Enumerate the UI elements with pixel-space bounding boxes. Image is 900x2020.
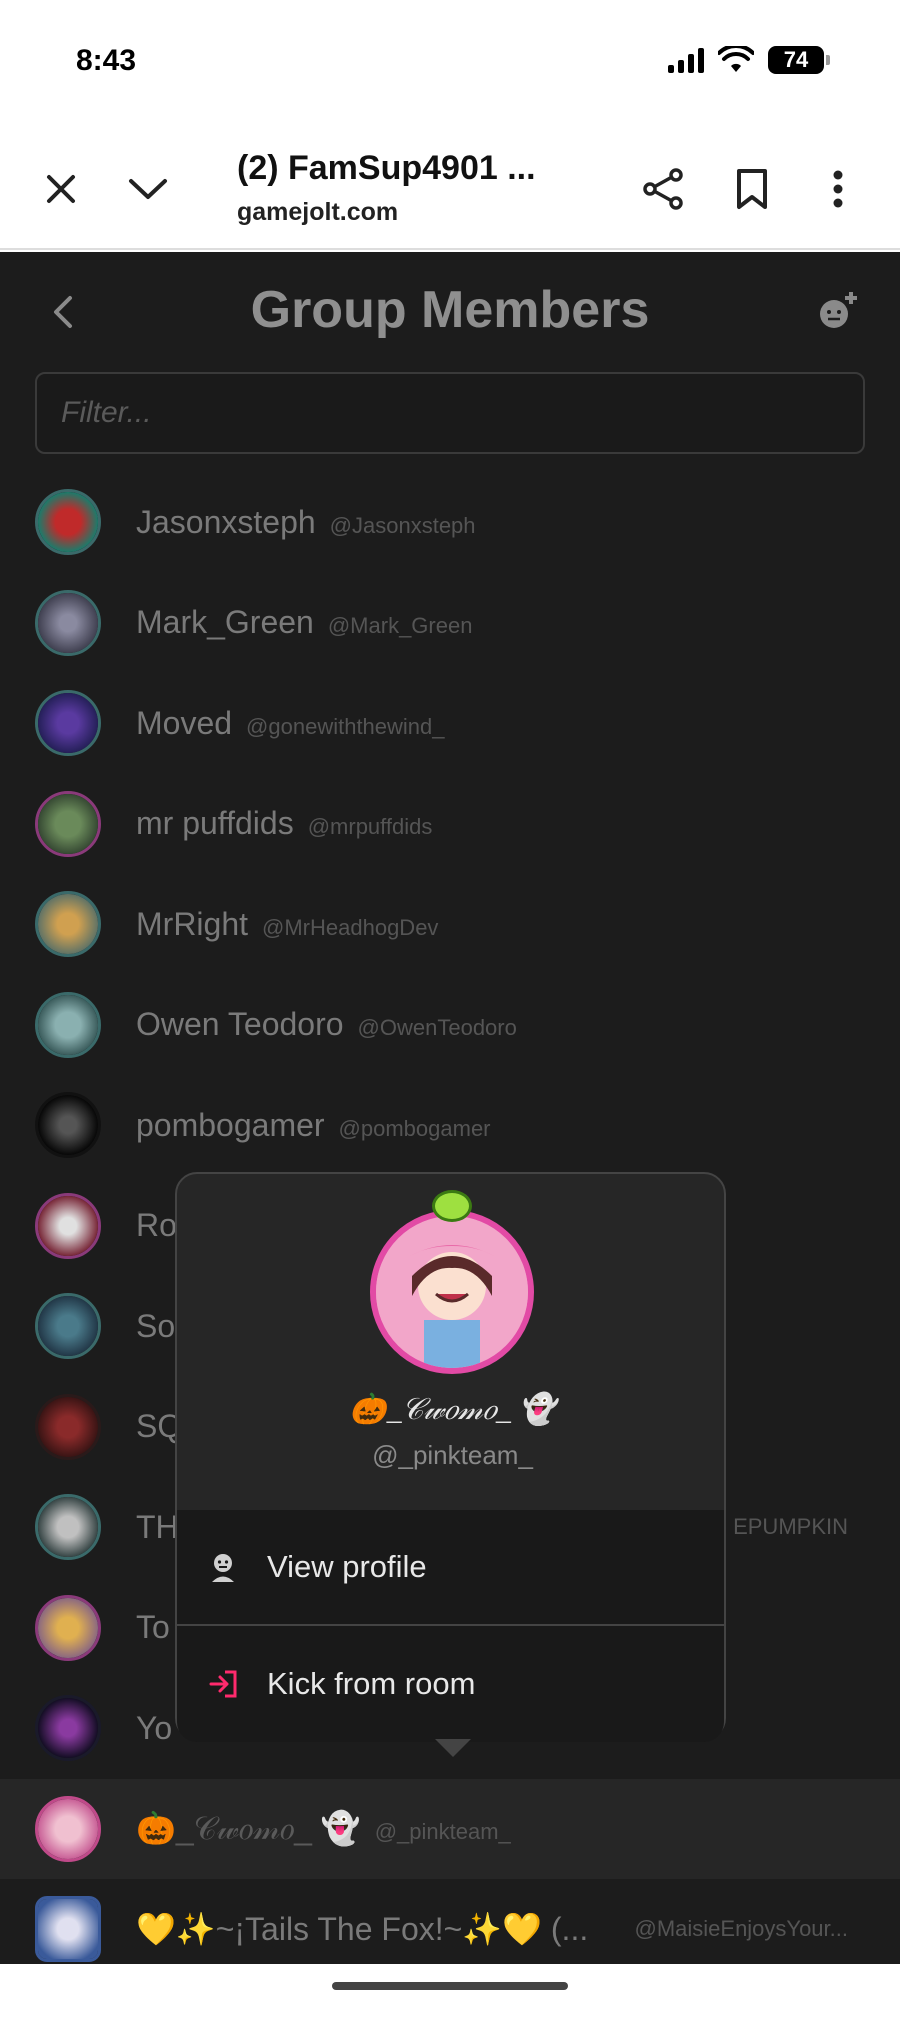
bookmark-icon[interactable] <box>728 165 776 213</box>
avatar <box>35 1695 101 1762</box>
avatar <box>35 1494 101 1561</box>
add-member-icon[interactable] <box>816 288 860 332</box>
member-handle: @OwenTeodoro <box>357 1015 517 1041</box>
member-name: So <box>136 1307 176 1344</box>
view-profile-label: View profile <box>267 1549 427 1584</box>
avatar <box>35 1594 101 1661</box>
avatar <box>35 1393 101 1460</box>
frog-decoration-icon <box>432 1190 472 1222</box>
view-profile-button[interactable]: View profile <box>177 1510 724 1626</box>
close-icon[interactable] <box>37 165 85 213</box>
member-name: Yo <box>136 1709 173 1746</box>
chevron-down-icon[interactable] <box>124 165 172 213</box>
domain-label: gamejolt.com <box>237 198 399 226</box>
member-name: mr puffdids <box>136 805 294 842</box>
page-title: Group Members <box>250 281 650 339</box>
status-bar: 8:43 74 <box>0 0 900 125</box>
member-handle: @Mark_Green <box>327 613 473 639</box>
avatar <box>35 489 101 556</box>
member-name: MrRight <box>136 905 249 942</box>
signal-icon <box>668 47 704 73</box>
avatar <box>35 1092 101 1159</box>
member-name: Moved <box>136 704 233 741</box>
avatar[interactable] <box>370 1210 534 1374</box>
avatar <box>35 690 101 757</box>
list-item[interactable]: mr puffdids @mrpuffdids <box>0 774 900 875</box>
list-item[interactable]: 💛✨~¡Tails The Fox!~✨💛 (... @MaisieEnjoys… <box>0 1879 900 1964</box>
profile-icon <box>212 1554 234 1582</box>
list-item[interactable]: Mark_Green @Mark_Green <box>0 573 900 674</box>
member-handle: @MaisieEnjoysYour... <box>634 1916 848 1942</box>
wifi-icon <box>718 46 754 72</box>
avatar <box>35 589 101 656</box>
avatar <box>35 1896 101 1963</box>
member-name: 🎃_𝒞𝓌𝑜𝓂𝑜_ 👻 <box>136 1810 361 1847</box>
list-item[interactable]: Jasonxsteph @Jasonxsteph <box>0 472 900 573</box>
avatar <box>35 1795 101 1862</box>
avatar <box>35 1192 101 1259</box>
list-item[interactable]: Moved @gonewiththewind_ <box>0 673 900 774</box>
member-name: To <box>136 1609 170 1646</box>
kick-from-room-button[interactable]: Kick from room <box>177 1626 724 1742</box>
member-popup: 🎃_𝒞𝓌𝑜𝓂𝑜_ 👻 @_pinkteam_ View profile Kick… <box>175 1172 726 1757</box>
list-item[interactable]: 🎃_𝒞𝓌𝑜𝓂𝑜_ 👻 @_pinkteam_ <box>0 1778 900 1879</box>
list-item[interactable]: Owen Teodoro @OwenTeodoro <box>0 975 900 1076</box>
member-handle: EPUMPKIN <box>733 1514 848 1540</box>
home-indicator-area <box>0 1964 900 2020</box>
member-name: Owen Teodoro <box>136 1006 344 1043</box>
group-members-panel: Group Members Jasonxsteph @Jasonxsteph Ma… <box>0 252 900 1964</box>
member-name: 💛✨~¡Tails The Fox!~✨💛 (... <box>136 1911 589 1948</box>
browser-toolbar: (2) FamSup4901 ... gamejolt.com <box>0 125 900 250</box>
member-handle: @Jasonxsteph <box>329 512 476 538</box>
avatar <box>35 891 101 958</box>
avatar <box>35 1293 101 1360</box>
member-name: TH <box>136 1508 179 1545</box>
page-title-block: (2) FamSup4901 ... gamejolt.com <box>237 149 597 227</box>
avatar <box>35 790 101 857</box>
member-name: pombogamer <box>136 1106 325 1143</box>
popup-header: 🎃_𝒞𝓌𝑜𝓂𝑜_ 👻 @_pinkteam_ <box>177 1174 724 1510</box>
member-handle: @pombogamer <box>338 1115 491 1141</box>
member-handle: @_pinkteam_ <box>374 1819 511 1845</box>
member-handle: @mrpuffdids <box>307 814 433 840</box>
popup-handle: @_pinkteam_ <box>372 1440 533 1470</box>
more-options-icon[interactable] <box>814 165 862 213</box>
status-time: 8:43 <box>76 44 137 77</box>
member-handle: @gonewiththewind_ <box>246 713 445 739</box>
list-item[interactable]: pombogamer @pombogamer <box>0 1075 900 1176</box>
kick-icon <box>209 1670 237 1698</box>
popup-display-name: 🎃_𝒞𝓌𝑜𝓂𝑜_ 👻 <box>349 1393 556 1426</box>
home-indicator[interactable] <box>332 1982 568 1990</box>
member-name: Ro <box>136 1207 177 1244</box>
kick-label: Kick from room <box>267 1666 476 1701</box>
share-icon[interactable] <box>640 165 688 213</box>
avatar <box>35 991 101 1058</box>
member-handle: @MrHeadhogDev <box>262 914 439 940</box>
filter-input[interactable] <box>35 372 865 454</box>
member-name: Jasonxsteph <box>136 503 316 540</box>
list-item[interactable]: MrRight @MrHeadhogDev <box>0 874 900 975</box>
tab-title: (2) FamSup4901 ... <box>237 149 536 187</box>
popup-caret <box>435 1739 471 1757</box>
member-name: Mark_Green <box>136 604 314 641</box>
panel-header: Group Members <box>0 252 900 372</box>
status-icons: 74 <box>668 46 830 74</box>
avatar-image <box>376 1216 528 1368</box>
battery-indicator: 74 <box>768 46 830 74</box>
